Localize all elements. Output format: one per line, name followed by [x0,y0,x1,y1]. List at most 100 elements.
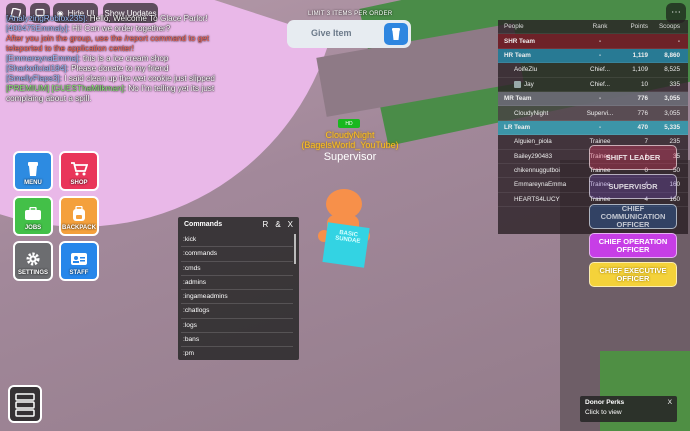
give-item-label: Give Item [311,28,352,38]
command-item[interactable]: :logs [181,319,293,334]
player-name: MR Team [504,95,532,103]
menu-cup-icon [24,161,42,177]
command-item[interactable]: :kick [181,233,293,248]
refresh-button[interactable]: R [263,220,269,229]
chat-message: Hi! Can we order together? [72,24,171,33]
command-item[interactable]: :bans [181,333,293,348]
give-item-panel: Give Item [287,20,411,48]
chat-speaker: [AnalyzingRoblox235]: [6,14,88,23]
player-name: CloudyNight [325,130,375,140]
player-name: SHR Team [504,37,536,45]
player-row[interactable]: AoifeZlu Chief... 1,109 8,525 [498,63,688,78]
chat-speaker: [400475Emmaly]: [6,24,70,33]
chat-message: Hello, Welcome To Glace Parlor! [89,14,208,23]
chief-communication-officer-button[interactable]: CHIEF COMMUNICATION OFFICER [589,204,677,229]
player-rank: - [598,51,602,59]
team-row: LR Team - 470 5,335 [498,120,688,136]
player-points: 1,109 [632,66,648,74]
drag-button[interactable]: & [275,220,280,229]
backpack-button[interactable]: BACKPACK [59,196,99,236]
commands-panel: Commands R & X :kick :commands :cmds :ad… [178,217,299,360]
player-scoops: 5,335 [664,123,680,131]
player-row[interactable]: CloudyNight Supervi... 776 3,055 [498,106,688,121]
command-item[interactable]: :cmds [181,262,293,276]
player-rank: - [598,95,602,103]
chat-message: I said clean up the wet cookie just slip… [64,74,215,83]
chat-speaker: [EmmareynaEmma]: [6,54,81,63]
supervisor-button[interactable]: SUPERVISOR [589,174,677,199]
staff-label: STAFF [69,270,89,276]
avatar [514,80,521,88]
hd-badge: HD [338,119,360,128]
command-item[interactable]: :chatlogs [181,304,293,319]
chat-log: [AnalyzingRoblox235]: Hello, Welcome To … [6,14,246,104]
sign-text: BASIC SUNDAE [334,229,361,245]
chat-line: [Sharkoficial184]: Please donate to my f… [6,64,246,74]
commands-title: Commands [184,220,223,228]
settings-label: SETTINGS [17,270,48,276]
server-icon [15,393,35,417]
player-rank: - [598,37,602,45]
shop-button[interactable]: SHOP [59,151,99,191]
command-item[interactable]: :admins [181,276,293,291]
chat-line: [SmellyFlaps3]: I said clean up the wet … [6,74,246,84]
chat-line: [AnalyzingRoblox235]: Hello, Welcome To … [6,14,246,24]
order-limit-label: LIMIT 3 ITEMS PER ORDER [308,11,393,17]
commands-header: Commands R & X [178,217,299,231]
header-people: People [504,23,524,31]
chief-executive-officer-button[interactable]: CHIEF EXECUTIVE OFFICER [589,262,677,287]
header-scoops: Scoops [658,23,680,31]
player-rank: - [598,123,602,131]
held-sundae-sign: BASIC SUNDAE [322,222,370,268]
player-scoops: 3,055 [664,109,680,117]
team-row: HR Team - 1,119 8,860 [498,48,688,64]
chat-message: Please donate to my friend [71,64,169,73]
shop-label: SHOP [70,180,88,186]
chat-speaker: [SmellyFlaps3]: [6,74,62,83]
player-name: HR Team [504,51,531,59]
command-item[interactable]: :commands [181,247,293,262]
commands-list: :kick :commands :cmds :admins :ingameadm… [181,233,293,356]
player-role: Supervisor [323,151,377,163]
chat-line: [EmmareynaEmma]: this is a ice cream sho… [6,54,246,64]
chat-system-message: After you join the group, use the /repor… [6,34,209,53]
settings-button[interactable]: SETTINGS [13,241,53,281]
chat-message: this is a ice cream shop [82,54,169,63]
player-name: Jay [524,80,534,88]
player-scoops: 335 [669,80,680,88]
player-channel: (BagelsWorld_YouTube) [301,140,399,150]
player-points: 1,119 [632,51,648,59]
staff-button[interactable]: STAFF [59,241,99,281]
gear-icon [24,251,42,267]
close-button[interactable]: X [288,220,293,229]
player-name: chikennuggutboi [514,167,560,175]
header-rank: Rank [592,23,608,31]
header-points: Points [630,23,648,31]
cup-icon [392,28,400,40]
player-name: AoifeZlu [514,66,538,74]
close-icon[interactable]: X [668,399,672,406]
player-scoops: 8,860 [664,51,680,59]
player-row[interactable]: Jay Chief... 10 335 [498,78,688,92]
jobs-label: JOBS [24,225,42,231]
commands-scrollbar[interactable] [294,234,296,264]
donor-perks-title: Donor Perks [585,399,625,406]
cart-icon [70,161,88,177]
shift-leader-button[interactable]: SHIFT LEADER [589,145,677,170]
server-list-button[interactable] [8,385,42,423]
player-rank: Supervi... [586,109,614,117]
player-name: HEARTS4LUCY [514,195,560,203]
chat-speaker: [PREMIUM] [GUESThaMilkman]: [6,84,127,93]
player-rank: Chief... [590,80,610,88]
command-item[interactable]: :pm [181,347,293,356]
donor-perks-subtitle: Click to view [585,409,622,416]
give-item-button[interactable] [384,23,408,45]
chat-speaker: [Sharkoficial184]: [6,64,69,73]
team-row: MR Team - 776 3,055 [498,91,688,107]
command-item[interactable]: :ingameadmins [181,290,293,305]
menu-button[interactable]: MENU [13,151,53,191]
jobs-button[interactable]: JOBS [13,196,53,236]
team-row: SHR Team - - [498,34,688,49]
donor-perks-toast[interactable]: Donor Perks Click to view X [580,396,677,422]
chief-operation-officer-button[interactable]: CHIEF OPERATION OFFICER [589,233,677,258]
